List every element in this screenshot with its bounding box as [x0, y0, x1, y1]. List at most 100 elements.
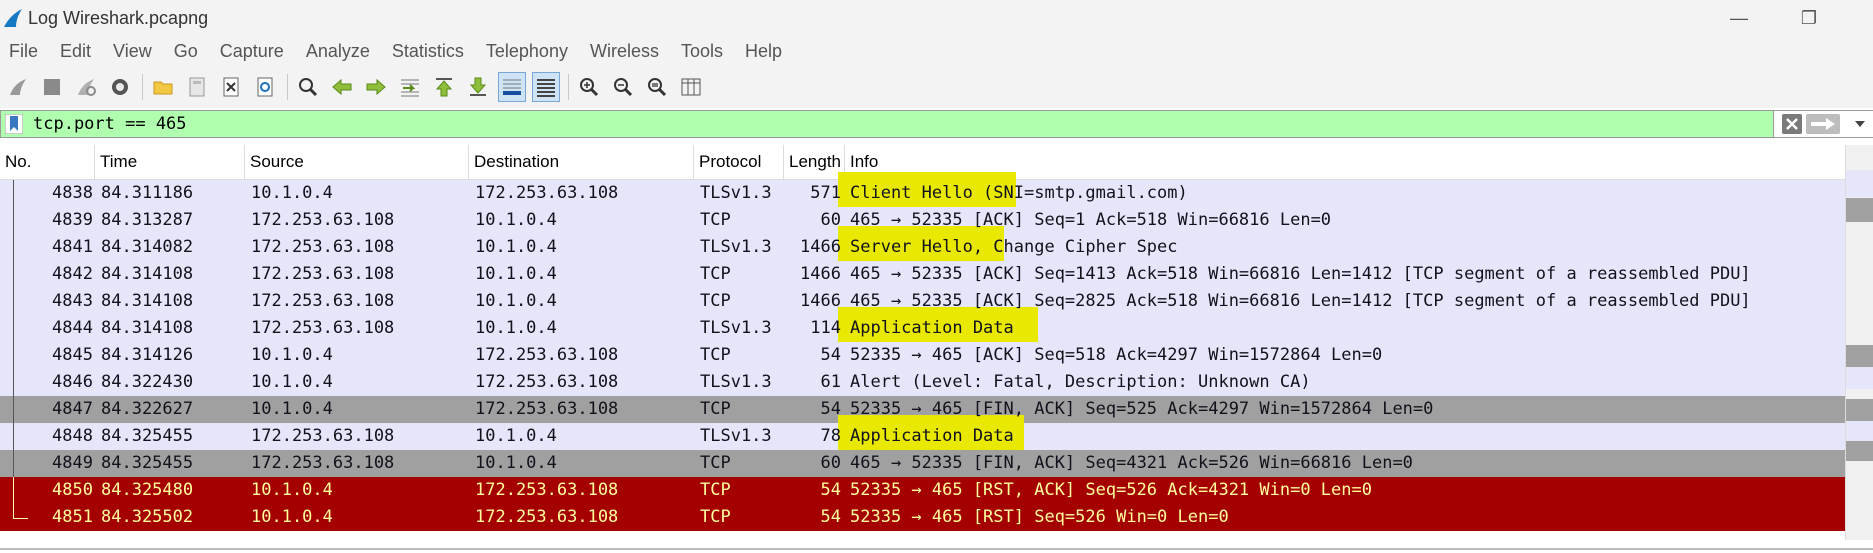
packet-protocol: TLSv1.3 [700, 318, 772, 338]
packet-info: 52335 → 465 [RST, ACK] Seq=526 Ack=4321 … [850, 480, 1372, 500]
menu-file[interactable]: File [0, 36, 49, 66]
packet-length: 1466 [800, 237, 841, 257]
minimize-button[interactable]: — [1716, 0, 1762, 36]
menu-bar: File Edit View Go Capture Analyze Statis… [0, 36, 1873, 66]
packet-row[interactable]: 4839 84.313287 172.253.63.108 10.1.0.4 T… [0, 207, 1845, 234]
menu-statistics[interactable]: Statistics [381, 36, 475, 66]
packet-number: 4844 [52, 318, 93, 338]
packet-row[interactable]: 4838 84.311186 10.1.0.4 172.253.63.108 T… [0, 172, 1845, 207]
menu-edit[interactable]: Edit [49, 36, 102, 66]
packet-length: 571 [810, 183, 841, 203]
go-to-packet-icon[interactable] [396, 72, 424, 102]
packet-row[interactable]: 4847 84.322627 10.1.0.4 172.253.63.108 T… [0, 396, 1845, 423]
shark-fin-start-icon[interactable] [4, 72, 32, 102]
last-packet-icon[interactable] [464, 72, 492, 102]
packet-row[interactable]: 4843 84.314108 172.253.63.108 10.1.0.4 T… [0, 288, 1845, 315]
chevron-down-icon[interactable] [1852, 116, 1868, 132]
packet-row[interactable]: 4845 84.314126 10.1.0.4 172.253.63.108 T… [0, 342, 1845, 369]
menu-tools[interactable]: Tools [670, 36, 734, 66]
zoom-normal-icon[interactable] [643, 72, 671, 102]
menu-analyze[interactable]: Analyze [295, 36, 381, 66]
packet-row[interactable]: 4846 84.322430 10.1.0.4 172.253.63.108 T… [0, 369, 1845, 396]
packet-protocol: TCP [700, 453, 731, 473]
restore-button[interactable]: ❐ [1786, 0, 1832, 36]
packet-source: 10.1.0.4 [251, 507, 333, 527]
packet-length: 54 [820, 399, 841, 419]
packet-number: 4848 [52, 426, 93, 446]
packet-destination: 172.253.63.108 [475, 507, 619, 527]
zoom-out-icon[interactable] [609, 72, 637, 102]
column-header-time[interactable]: Time [95, 145, 245, 179]
filter-tools [1773, 111, 1873, 137]
find-packet-icon[interactable] [294, 72, 322, 102]
display-filter-input[interactable] [27, 112, 1779, 136]
save-file-icon[interactable] [183, 72, 211, 102]
packet-number: 4843 [52, 291, 93, 311]
restart-capture-icon[interactable] [72, 72, 100, 102]
capture-options-icon[interactable] [106, 72, 134, 102]
packet-destination: 172.253.63.108 [475, 480, 619, 500]
packet-info: Application Data [850, 426, 1014, 446]
column-header-source[interactable]: Source [245, 145, 469, 179]
reload-icon[interactable] [251, 72, 279, 102]
packet-list: 4838 84.311186 10.1.0.4 172.253.63.108 T… [0, 172, 1845, 531]
menu-help[interactable]: Help [734, 36, 793, 66]
menu-telephony[interactable]: Telephony [475, 36, 579, 66]
packet-number: 4842 [52, 264, 93, 284]
packet-source: 172.253.63.108 [251, 453, 395, 473]
packet-info: 465 → 52335 [ACK] Seq=1 Ack=518 Win=6681… [850, 210, 1332, 230]
packet-destination: 10.1.0.4 [475, 453, 557, 473]
resize-columns-icon[interactable] [677, 72, 705, 102]
packet-row[interactable]: 4850 84.325480 10.1.0.4 172.253.63.108 T… [0, 477, 1845, 504]
packet-length: 54 [820, 345, 841, 365]
close-file-icon[interactable] [217, 72, 245, 102]
pane-divider[interactable] [0, 548, 1873, 550]
packet-info: Client Hello (SNI=smtp.gmail.com) [850, 183, 1188, 203]
menu-wireless[interactable]: Wireless [579, 36, 670, 66]
menu-view[interactable]: View [102, 36, 163, 66]
packet-row[interactable]: 4841 84.314082 172.253.63.108 10.1.0.4 T… [0, 226, 1845, 261]
menu-go[interactable]: Go [163, 36, 209, 66]
column-header-length[interactable]: Length [784, 145, 845, 179]
packet-time: 84.314108 [101, 291, 194, 311]
packet-destination: 172.253.63.108 [475, 372, 619, 392]
packet-number: 4838 [52, 183, 93, 203]
packet-row[interactable]: 4851 84.325502 10.1.0.4 172.253.63.108 T… [0, 504, 1845, 531]
packet-length: 1466 [800, 264, 841, 284]
packet-time: 84.314108 [101, 264, 194, 284]
packet-info: Alert (Level: Fatal, Description: Unknow… [850, 372, 1311, 392]
go-forward-icon[interactable] [362, 72, 390, 102]
packet-info: 465 → 52335 [FIN, ACK] Seq=4321 Ack=526 … [850, 453, 1413, 473]
packet-destination: 10.1.0.4 [475, 237, 557, 257]
packet-row[interactable]: 4844 84.314108 172.253.63.108 10.1.0.4 T… [0, 307, 1845, 342]
auto-scroll-icon[interactable] [498, 72, 526, 102]
packet-time: 84.314108 [101, 318, 194, 338]
packet-protocol: TCP [700, 399, 731, 419]
apply-filter-arrow-icon[interactable] [1806, 114, 1840, 134]
packet-number: 4841 [52, 237, 93, 257]
packet-row[interactable]: 4848 84.325455 172.253.63.108 10.1.0.4 T… [0, 415, 1845, 450]
bookmark-icon[interactable] [5, 114, 23, 134]
go-back-icon[interactable] [328, 72, 356, 102]
column-header-destination[interactable]: Destination [469, 145, 694, 179]
column-header-protocol[interactable]: Protocol [694, 145, 784, 179]
packet-row[interactable]: 4849 84.325455 172.253.63.108 10.1.0.4 T… [0, 450, 1845, 477]
menu-capture[interactable]: Capture [209, 36, 295, 66]
zoom-in-icon[interactable] [575, 72, 603, 102]
clear-filter-icon[interactable] [1782, 114, 1802, 134]
stop-icon[interactable] [38, 72, 66, 102]
packet-source: 172.253.63.108 [251, 264, 395, 284]
packet-source: 10.1.0.4 [251, 183, 333, 203]
colorize-icon[interactable] [532, 72, 560, 102]
open-folder-icon[interactable] [149, 72, 177, 102]
packet-info: 465 → 52335 [ACK] Seq=1413 Ack=518 Win=6… [850, 264, 1751, 284]
packet-row[interactable]: 4842 84.314108 172.253.63.108 10.1.0.4 T… [0, 261, 1845, 288]
first-packet-icon[interactable] [430, 72, 458, 102]
packet-source: 10.1.0.4 [251, 480, 333, 500]
packet-time: 84.325455 [101, 426, 194, 446]
column-header-no[interactable]: No. [0, 145, 95, 179]
packet-length: 1466 [800, 291, 841, 311]
packet-length: 54 [820, 480, 841, 500]
packet-list-scrollbar[interactable] [1845, 145, 1873, 540]
packet-number: 4845 [52, 345, 93, 365]
